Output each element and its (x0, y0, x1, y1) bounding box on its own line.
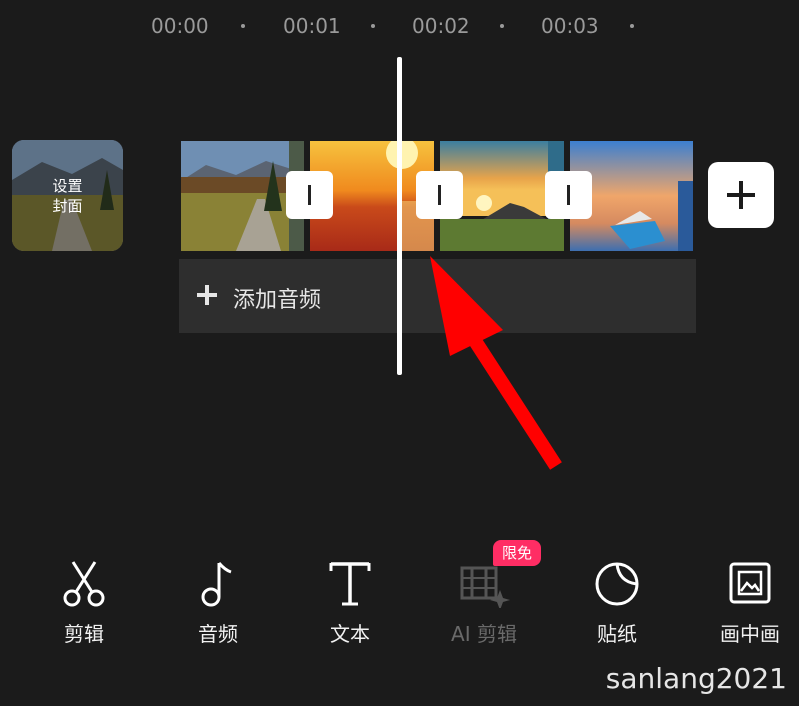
tool-label: 剪辑 (64, 622, 104, 646)
tool-edit[interactable]: 剪辑 (39, 560, 129, 647)
tool-label: 贴纸 (597, 622, 637, 646)
bottom-toolbar: 剪辑 音频 文本 AI 剪辑 贴纸 画中画 (0, 540, 799, 660)
tool-text[interactable]: 文本 (305, 560, 395, 647)
tool-label: 音频 (198, 622, 238, 646)
ai-film-icon (460, 566, 510, 608)
text-icon (329, 562, 371, 606)
tool-label: 文本 (330, 622, 370, 646)
free-badge: 限免 (493, 540, 541, 566)
tool-picture-in-picture[interactable]: 画中画 (705, 560, 795, 647)
picture-in-picture-icon (729, 562, 771, 604)
scissors-icon (63, 561, 105, 607)
tool-audio[interactable]: 音频 (173, 560, 263, 647)
tool-ai-edit[interactable]: AI 剪辑 (439, 560, 529, 647)
sticker-icon (595, 562, 639, 606)
tool-sticker[interactable]: 贴纸 (572, 560, 662, 647)
music-note-icon (201, 562, 232, 607)
tool-label: AI 剪辑 (451, 622, 517, 646)
tool-label: 画中画 (720, 622, 780, 646)
watermark: sanlang2021 (605, 662, 787, 695)
